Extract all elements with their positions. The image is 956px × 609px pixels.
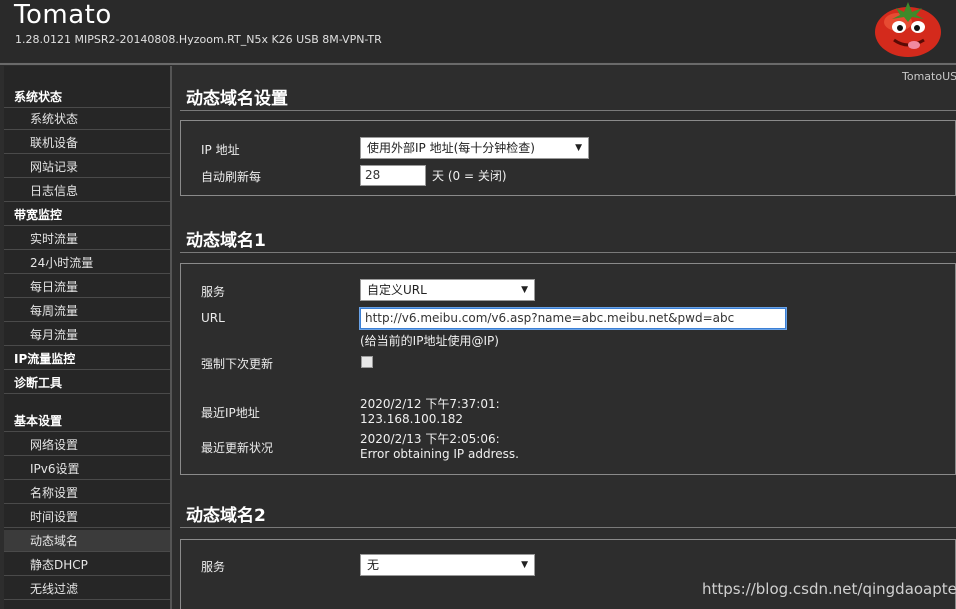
ddns1-force-update-checkbox[interactable] bbox=[361, 356, 373, 368]
nav-item-logs[interactable]: 日志信息 bbox=[4, 180, 170, 202]
nav-section-ip-traffic[interactable]: IP流量监控 bbox=[4, 348, 170, 370]
nav-item-static-dhcp[interactable]: 静态DHCP bbox=[4, 554, 170, 576]
ddns2-panel: 服务 无 ▼ bbox=[180, 539, 956, 609]
section-title-ddns2: 动态域名2 bbox=[186, 506, 266, 526]
ddns1-url-label: URL bbox=[201, 311, 225, 325]
nav-item-web-log[interactable]: 网站记录 bbox=[4, 156, 170, 178]
nav-item-ddns[interactable]: 动态域名 bbox=[4, 530, 170, 552]
nav-item-daily[interactable]: 每日流量 bbox=[4, 276, 170, 298]
nav-item-realtime[interactable]: 实时流量 bbox=[4, 228, 170, 250]
ddns2-service-select-value: 无 bbox=[367, 558, 380, 572]
auto-refresh-unit: 天 (0 = 关闭) bbox=[432, 169, 507, 183]
chevron-down-icon: ▼ bbox=[521, 285, 528, 295]
nav-item-ipv6[interactable]: IPv6设置 bbox=[4, 458, 170, 480]
ddns2-service-select[interactable]: 无 ▼ bbox=[360, 554, 535, 576]
ddns1-last-ip-label: 最近IP地址 bbox=[201, 406, 260, 420]
nav-item-network[interactable]: 网络设置 bbox=[4, 434, 170, 456]
ddns1-last-status-value: Error obtaining IP address. bbox=[360, 447, 519, 461]
section-title-ddns-settings: 动态域名设置 bbox=[186, 89, 288, 109]
header-bar: Tomato 1.28.0121 MIPSR2-20140808.Hyzoom.… bbox=[0, 0, 956, 62]
ip-address-label: IP 地址 bbox=[201, 143, 240, 157]
sidebar-nav: 系统状态 系统状态 联机设备 网站记录 日志信息 带宽监控 实时流量 24小时流… bbox=[4, 66, 170, 609]
ddns1-url-input[interactable]: http://v6.meibu.com/v6.asp?name=abc.meib… bbox=[360, 308, 786, 329]
ddns1-url-hint: (给当前的IP地址使用@IP) bbox=[360, 334, 499, 348]
nav-item-devices[interactable]: 联机设备 bbox=[4, 132, 170, 154]
ip-address-select[interactable]: 使用外部IP 地址(每十分钟检查) ▼ bbox=[360, 137, 589, 159]
ip-address-select-value: 使用外部IP 地址(每十分钟检查) bbox=[367, 141, 535, 155]
ddns1-service-select-value: 自定义URL bbox=[367, 283, 427, 297]
nav-item-weekly[interactable]: 每周流量 bbox=[4, 300, 170, 322]
nav-item-wireless-filter[interactable]: 无线过滤 bbox=[4, 578, 170, 600]
nav-section-basic[interactable]: 基本设置 bbox=[4, 410, 170, 432]
section-divider bbox=[180, 110, 956, 111]
ddns1-panel: 服务 自定义URL ▼ URL http://v6.meibu.com/v6.a… bbox=[180, 263, 956, 475]
nav-section-tools[interactable]: 诊断工具 bbox=[4, 372, 170, 394]
chevron-down-icon: ▼ bbox=[575, 143, 582, 153]
header-divider bbox=[0, 63, 956, 65]
tomato-logo-icon bbox=[875, 2, 941, 57]
nav-item-24h[interactable]: 24小时流量 bbox=[4, 252, 170, 274]
ddns1-force-update-label: 强制下次更新 bbox=[201, 357, 274, 371]
firmware-version: 1.28.0121 MIPSR2-20140808.Hyzoom.RT_N5x … bbox=[15, 33, 382, 46]
nav-item-time[interactable]: 时间设置 bbox=[4, 506, 170, 528]
ddns1-service-select[interactable]: 自定义URL ▼ bbox=[360, 279, 535, 301]
nav-section-status[interactable]: 系统状态 bbox=[4, 86, 170, 108]
ddns-settings-panel: IP 地址 使用外部IP 地址(每十分钟检查) ▼ 自动刷新每 28 天 (0 … bbox=[180, 120, 956, 196]
ddns1-last-ip-value: 123.168.100.182 bbox=[360, 412, 464, 426]
watermark-text: https://blog.csdn.net/qingdaoaptea bbox=[702, 580, 956, 598]
section-divider bbox=[180, 252, 956, 253]
section-divider bbox=[180, 527, 956, 528]
brand-corner-text: TomatoUS bbox=[902, 70, 956, 83]
ddns1-service-label: 服务 bbox=[201, 285, 226, 299]
ddns1-last-status-time: 2020/2/13 下午2:05:06: bbox=[360, 432, 500, 446]
main-content: TomatoUS 动态域名设置 IP 地址 使用外部IP 地址(每十分钟检查) … bbox=[172, 66, 956, 609]
auto-refresh-input[interactable]: 28 bbox=[360, 165, 426, 186]
nav-section-bandwidth[interactable]: 带宽监控 bbox=[4, 204, 170, 226]
nav-item-monthly[interactable]: 每月流量 bbox=[4, 324, 170, 346]
section-title-ddns1: 动态域名1 bbox=[186, 231, 266, 251]
ddns1-last-ip-time: 2020/2/12 下午7:37:01: bbox=[360, 397, 500, 411]
nav-item-identification[interactable]: 名称设置 bbox=[4, 482, 170, 504]
ddns2-service-label: 服务 bbox=[201, 560, 226, 574]
auto-refresh-label: 自动刷新每 bbox=[201, 170, 262, 184]
app-title: Tomato bbox=[14, 0, 112, 30]
ddns1-last-status-label: 最近更新状况 bbox=[201, 441, 274, 455]
chevron-down-icon: ▼ bbox=[521, 560, 528, 570]
nav-item-status[interactable]: 系统状态 bbox=[4, 108, 170, 130]
